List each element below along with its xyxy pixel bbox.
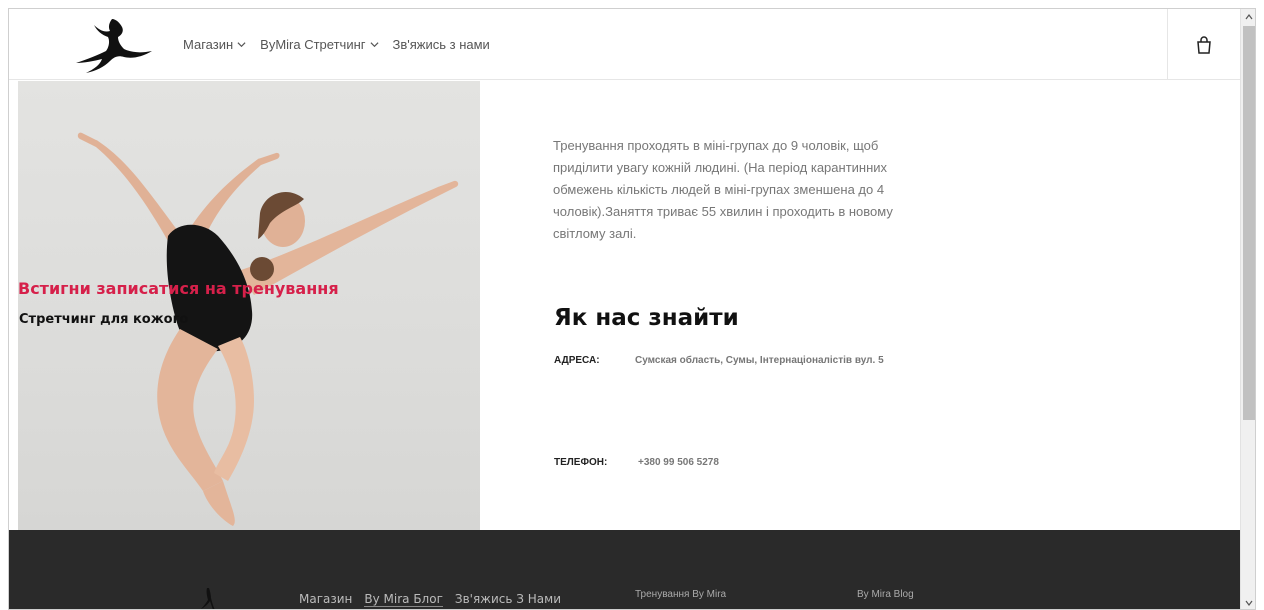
phone-value[interactable]: +380 99 506 5278: [638, 457, 719, 468]
nav-item-contact[interactable]: Зв'яжись з нами: [393, 37, 490, 52]
nav-item-label: Магазин: [183, 37, 234, 52]
training-description: Тренування проходять в міні-групах до 9 …: [553, 138, 893, 241]
dancer-photo: [77, 132, 459, 526]
footer-nav: Магазин By Mira Блог Зв'яжись З Нами: [299, 592, 561, 607]
nav-item-shop[interactable]: Магазин: [183, 37, 246, 52]
address-label: АДРЕСА:: [554, 355, 600, 366]
footer-link-blog[interactable]: By Mira Блог: [364, 592, 443, 607]
site-footer: Магазин By Mira Блог Зв'яжись З Нами Тре…: [9, 530, 1240, 610]
chevron-down-icon: [1245, 600, 1253, 606]
footer-link-contact[interactable]: Зв'яжись З Нами: [455, 592, 561, 607]
main-nav: Магазин ByMira Стретчинг Зв'яжись з нами: [183, 37, 490, 52]
scroll-up-button[interactable]: [1241, 9, 1255, 25]
nav-item-bymira-stretching[interactable]: ByMira Стретчинг: [260, 37, 379, 52]
hero-title: Встигни записатися на тренування: [18, 279, 339, 298]
footer-link-shop[interactable]: Магазин: [299, 592, 352, 607]
address-value: Сумская область, Сумы, Інтернаціоналісті…: [635, 355, 884, 366]
browser-viewport: Магазин ByMira Стретчинг Зв'яжись з нами: [8, 8, 1256, 610]
footer-column-training[interactable]: Тренування By Mira: [635, 589, 726, 600]
hero-subtitle: Стретчинг для кожого: [19, 312, 189, 327]
cart-button[interactable]: [1167, 9, 1240, 80]
chevron-down-icon: [369, 42, 379, 48]
nav-item-label: Зв'яжись з нами: [392, 37, 490, 52]
site-header: Магазин ByMira Стретчинг Зв'яжись з нами: [9, 9, 1240, 80]
chevron-up-icon: [1245, 14, 1253, 20]
footer-column-blog[interactable]: By Mira Blog: [857, 589, 914, 600]
shopping-bag-icon: [1197, 35, 1211, 54]
footer-dancer-logo[interactable]: [197, 586, 221, 610]
find-us-heading: Як нас знайти: [554, 305, 739, 331]
phone-label: ТЕЛЕФОН:: [554, 457, 608, 468]
chevron-down-icon: [237, 42, 246, 48]
scroll-down-button[interactable]: [1241, 595, 1255, 609]
scroll-thumb[interactable]: [1243, 26, 1255, 420]
page-scrollbar[interactable]: [1240, 9, 1255, 609]
hero-image: Встигни записатися на тренування Стретчи…: [18, 81, 480, 533]
dancer-logo[interactable]: [64, 15, 154, 75]
nav-item-label: ByMira Стретчинг: [260, 37, 366, 52]
